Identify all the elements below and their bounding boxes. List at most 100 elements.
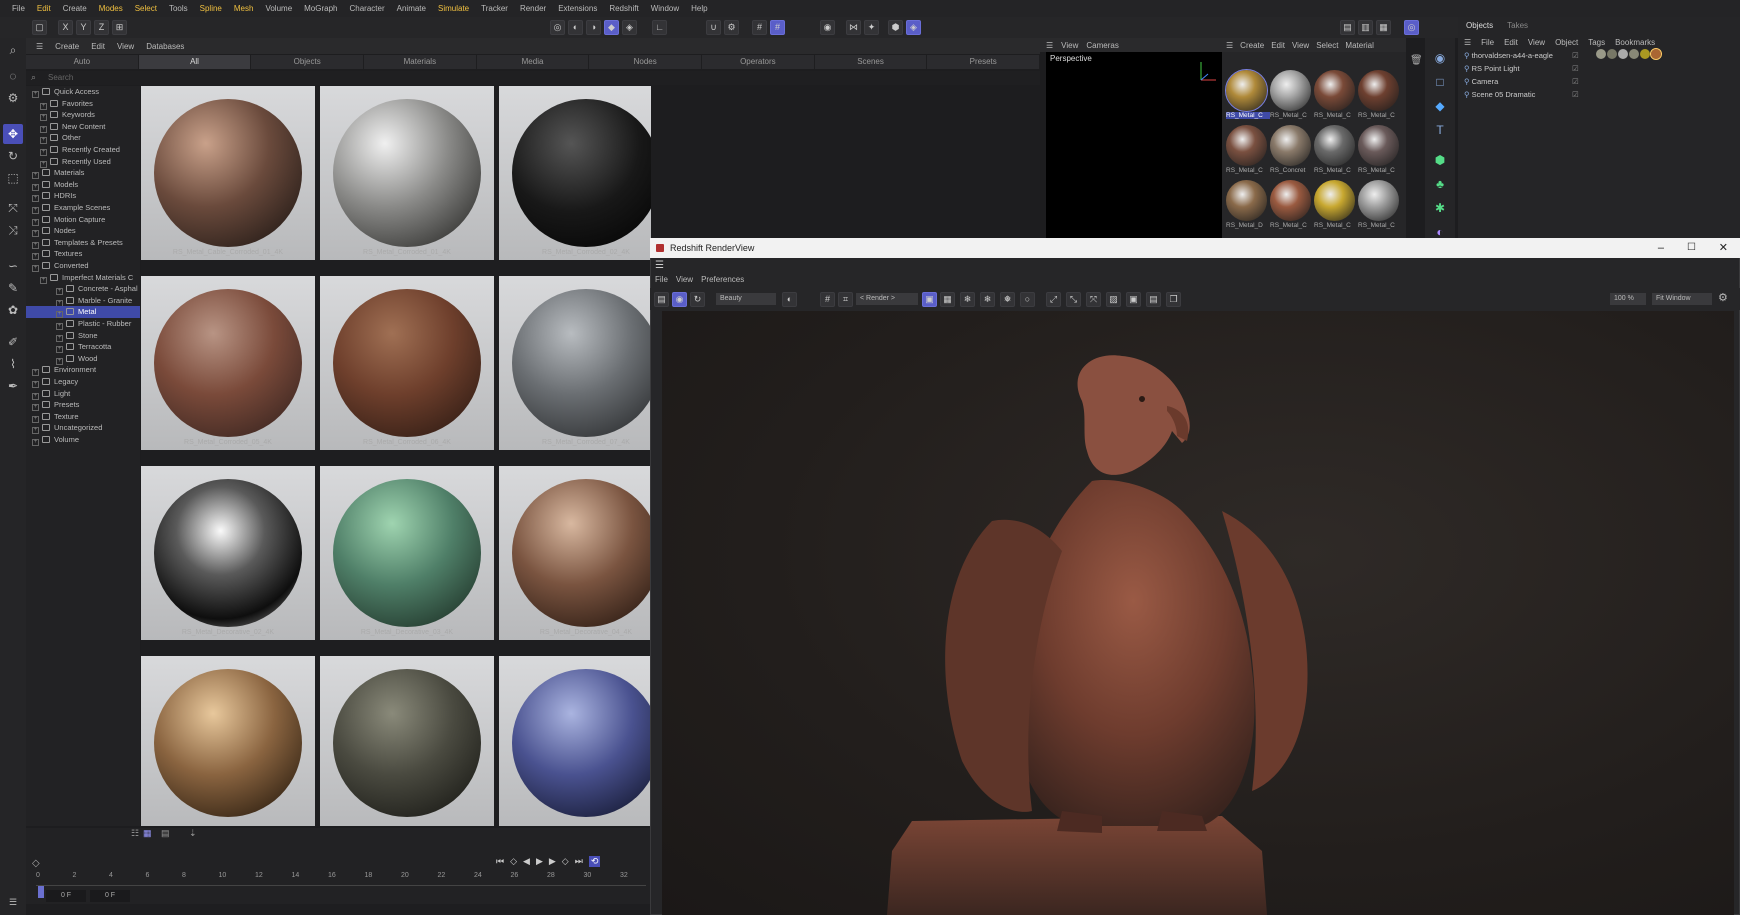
objects-menu-tags[interactable]: Tags — [1588, 38, 1605, 47]
grid-view-icon[interactable]: ▦ — [143, 828, 152, 839]
objects-menu-object[interactable]: Object — [1555, 38, 1578, 47]
tab-presets[interactable]: Presets — [927, 55, 1041, 69]
render-mode-dropdown[interactable]: < Render > — [856, 293, 918, 305]
aov-dropdown[interactable]: Beauty — [716, 293, 776, 305]
trash-icon[interactable]: 🗑 — [1410, 55, 1423, 66]
material-thumbnail[interactable] — [1314, 70, 1355, 111]
tree-item[interactable]: + Environment — [26, 364, 140, 377]
asset-tile[interactable] — [141, 86, 315, 260]
menu-simulate[interactable]: Simulate — [432, 0, 475, 17]
menu-edit[interactable]: Edit — [31, 0, 57, 17]
material-thumbnail[interactable] — [1358, 70, 1399, 111]
y-axis-button[interactable]: Y — [76, 20, 91, 35]
tree-item[interactable]: + Plastic - Rubber — [26, 318, 140, 330]
viewport-view-menu[interactable]: View — [1061, 41, 1078, 50]
tree-item[interactable]: + Imperfect Materials C — [26, 272, 140, 284]
next-key-icon[interactable]: ◇ — [562, 856, 569, 867]
tree-item[interactable]: + Texture — [26, 411, 140, 423]
material-thumbnail[interactable] — [1358, 180, 1399, 221]
rsv-menu-view[interactable]: View — [676, 275, 693, 284]
gear-icon[interactable]: ⚙ — [724, 20, 739, 35]
tab-takes[interactable]: Takes — [1507, 21, 1528, 30]
tree-item[interactable]: + Nodes — [26, 225, 140, 238]
tree-item[interactable]: + Converted — [26, 260, 140, 272]
undo-icon[interactable]: ▢ — [32, 20, 47, 35]
play-icon[interactable]: ▶ — [536, 856, 543, 867]
go-end-icon[interactable]: ⏭ — [575, 856, 583, 867]
maximize-icon[interactable]: ☐ — [1687, 238, 1696, 258]
renderview-menu-icon[interactable]: ☰ — [655, 260, 664, 271]
menu-modes[interactable]: Modes — [93, 0, 129, 17]
material-tag-icon[interactable] — [1629, 49, 1639, 59]
visibility-toggle-icon[interactable]: ☑ — [1572, 90, 1579, 99]
tree-item[interactable]: + Presets — [26, 399, 140, 412]
asset-menu-databases[interactable]: Databases — [140, 42, 190, 51]
menu-select[interactable]: Select — [129, 0, 163, 17]
save-image-icon[interactable]: ▤ — [1146, 292, 1161, 307]
layers-icon[interactable]: ☰ — [3, 892, 23, 912]
material-thumbnail[interactable] — [1314, 180, 1355, 221]
minimize-icon[interactable]: – — [1658, 238, 1664, 258]
asset-menu-create[interactable]: Create — [49, 42, 85, 51]
deformer-icon[interactable]: ✱ — [1430, 198, 1450, 218]
render-region-icon[interactable]: ◉ — [820, 20, 835, 35]
tree-item[interactable]: + New Content — [26, 121, 140, 133]
model-mode-icon[interactable]: ◎ — [550, 20, 565, 35]
coord-system-icon[interactable]: ⊞ — [112, 20, 127, 35]
lock-icon[interactable]: ▣ — [922, 292, 937, 307]
material-thumbnail[interactable] — [1358, 125, 1399, 166]
settings-gear-icon[interactable]: ⚙ — [1718, 291, 1728, 304]
viewport-cameras-menu[interactable]: Cameras — [1086, 41, 1118, 50]
x-axis-button[interactable]: X — [58, 20, 73, 35]
z-axis-button[interactable]: Z — [94, 20, 109, 35]
objects-menu-bookmarks[interactable]: Bookmarks — [1615, 38, 1655, 47]
snapshot-icon[interactable]: ▨ — [1106, 292, 1121, 307]
material-menu-edit[interactable]: Edit — [1271, 41, 1285, 50]
asset-tile[interactable] — [499, 276, 651, 450]
circle-icon[interactable]: ○ — [1020, 292, 1035, 307]
zoom-field[interactable]: 100 % — [1610, 293, 1646, 305]
expand-icon[interactable]: ⤡ — [1066, 292, 1081, 307]
tree-item[interactable]: + Quick Access — [26, 86, 140, 98]
go-start-icon[interactable]: ⏮ — [496, 856, 504, 867]
crop-icon[interactable]: ⌗ — [838, 292, 853, 307]
tree-item[interactable]: + Marble - Granite — [26, 295, 140, 307]
menu-animate[interactable]: Animate — [391, 0, 432, 17]
asset-tile[interactable] — [141, 656, 315, 826]
fit-icon[interactable]: ⤢ — [1046, 292, 1061, 307]
tiles-icon[interactable]: ▦ — [940, 292, 955, 307]
asset-tile[interactable] — [499, 656, 651, 826]
objects-menu-view[interactable]: View — [1528, 38, 1545, 47]
asset-tile[interactable] — [320, 656, 494, 826]
asset-tile[interactable] — [141, 466, 315, 640]
next-frame-icon[interactable]: ▶ — [549, 856, 556, 867]
cube-outline-icon[interactable]: □ — [1430, 72, 1450, 92]
redshift-icon[interactable]: ◈ — [906, 20, 921, 35]
tree-item[interactable]: + Concrete - Asphal — [26, 283, 140, 296]
frame-ruler[interactable]: 0 2 4 6 8 10 12 14 16 18 20 22 24 26 28 30 32 — [36, 872, 646, 886]
tree-item[interactable]: + Light — [26, 388, 140, 400]
visibility-toggle-icon[interactable]: ☑ — [1572, 77, 1579, 86]
download-icon[interactable]: ⇣ — [189, 828, 197, 839]
paint-icon[interactable]: ✿ — [3, 300, 23, 320]
menu-create[interactable]: Create — [57, 0, 93, 17]
material-tag-icon[interactable] — [1607, 49, 1617, 59]
cloner-icon[interactable]: ♣ — [1430, 174, 1450, 194]
magnet-icon[interactable]: ∪ — [706, 20, 721, 35]
material-menu-material[interactable]: Material — [1345, 41, 1373, 50]
render-canvas[interactable] — [662, 311, 1734, 915]
viewport-menu-icon[interactable]: ☰ — [1046, 41, 1053, 50]
end-frame-field[interactable]: 0 F — [90, 890, 130, 902]
copy-icon[interactable]: ❐ — [1166, 292, 1181, 307]
material-tag-icon[interactable] — [1618, 49, 1628, 59]
material-thumbnail[interactable] — [1314, 125, 1355, 166]
render-settings-icon[interactable]: ▦ — [1376, 20, 1391, 35]
lasso-icon[interactable]: ∽ — [3, 256, 23, 276]
object-mode-icon[interactable]: ◐ — [568, 20, 583, 35]
tree-item[interactable]: + Example Scenes — [26, 202, 140, 214]
material-menu-create[interactable]: Create — [1240, 41, 1264, 50]
visibility-toggle-icon[interactable]: ☑ — [1572, 64, 1579, 73]
snap-settings-icon[interactable]: ⚙ — [3, 88, 23, 108]
material-thumbnail[interactable] — [1225, 69, 1268, 112]
asset-search-input[interactable]: Search — [26, 71, 1040, 85]
